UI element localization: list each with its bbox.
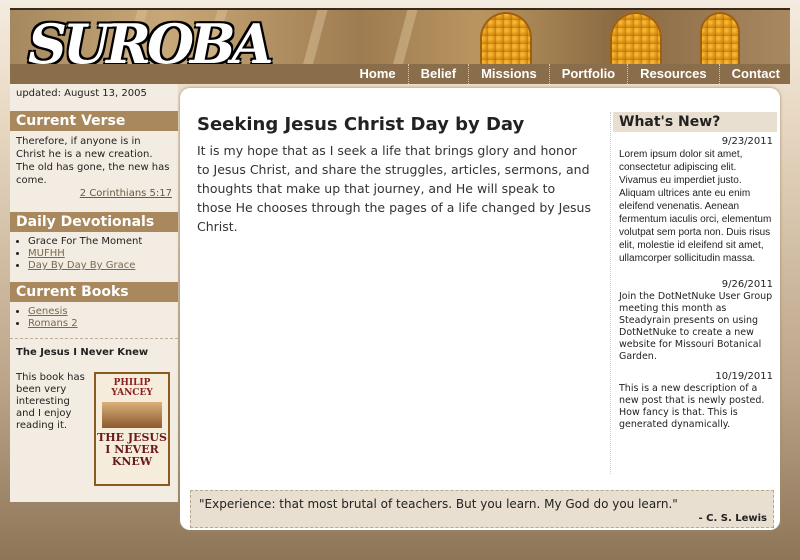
- sidebar: updated: August 13, 2005 Current Verse T…: [10, 84, 178, 502]
- news-date: 9/23/2011: [721, 136, 773, 147]
- site-header: SUROBA: [10, 8, 790, 68]
- updated-date: updated: August 13, 2005: [16, 88, 147, 99]
- page-title: Seeking Jesus Christ Day by Day: [197, 114, 525, 135]
- nav-contact[interactable]: Contact: [718, 64, 790, 84]
- nav-portfolio[interactable]: Portfolio: [548, 64, 627, 84]
- current-books-heading: Current Books: [10, 282, 178, 302]
- current-verse: Therefore, if anyone is in Christ he is …: [10, 131, 178, 204]
- book-cover-art: [102, 402, 162, 428]
- list-item: MUFHH: [28, 248, 178, 260]
- nav-belief[interactable]: Belief: [407, 64, 468, 84]
- main-nav: Home Belief Missions Portfolio Resources…: [10, 64, 790, 84]
- list-item: Romans 2: [28, 318, 178, 330]
- news-item: 9/26/2011 Join the DotNetNuke User Group…: [611, 279, 779, 363]
- book-link[interactable]: Genesis: [28, 306, 68, 317]
- devotional-link[interactable]: MUFHH: [28, 248, 65, 259]
- whats-new-heading: What's New?: [613, 112, 777, 132]
- news-item: 10/19/2011 This is a new description of …: [611, 371, 779, 431]
- daily-devotionals-heading: Daily Devotionals: [10, 212, 178, 232]
- featured-book-text: This book has been very interesting and …: [16, 372, 85, 431]
- news-date: 9/26/2011: [721, 279, 773, 290]
- current-verse-heading: Current Verse: [10, 111, 178, 131]
- verse-reference-link[interactable]: 2 Corinthians 5:17: [16, 187, 172, 200]
- site-logo[interactable]: SUROBA: [28, 16, 274, 66]
- verse-text: Therefore, if anyone is in Christ he is …: [16, 136, 170, 186]
- book-cover-image[interactable]: PHILIP YANCEY THE JESUS I NEVER KNEW: [94, 372, 170, 486]
- devotional-item: Grace For The Moment: [28, 236, 143, 247]
- corn-image: [480, 12, 532, 66]
- book-link[interactable]: Romans 2: [28, 318, 78, 329]
- list-item: Grace For The Moment: [28, 236, 178, 248]
- featured-book-title: The Jesus I Never Knew: [16, 347, 149, 358]
- wheat-decoration: [392, 10, 418, 66]
- whats-new-panel: What's New? 9/23/2011 Lorem ipsum dolor …: [610, 112, 779, 474]
- article: Seeking Jesus Christ Day by Day It is my…: [197, 114, 592, 236]
- main-content-panel: Seeking Jesus Christ Day by Day It is my…: [180, 88, 780, 530]
- article-body: It is my hope that as I seek a life that…: [197, 143, 591, 234]
- corn-image: [610, 12, 662, 66]
- books-list: Genesis Romans 2: [10, 306, 178, 330]
- nav-resources[interactable]: Resources: [627, 64, 718, 84]
- news-text: This is a new description of a new post …: [619, 383, 765, 430]
- book-cover-title: THE JESUS I NEVER KNEW: [97, 431, 167, 468]
- featured-book: This book has been very interesting and …: [10, 358, 178, 486]
- news-text: Join the DotNetNuke User Group meeting t…: [619, 291, 773, 362]
- nav-home[interactable]: Home: [348, 64, 408, 84]
- book-cover-author: PHILIP YANCEY: [111, 378, 153, 398]
- devotionals-list: Grace For The Moment MUFHH Day By Day By…: [10, 236, 178, 272]
- quote-box: "Experience: that most brutal of teacher…: [190, 490, 774, 528]
- nav-missions[interactable]: Missions: [468, 64, 549, 84]
- news-text: Lorem ipsum dolor sit amet, consectetur …: [619, 149, 772, 264]
- quote-text: "Experience: that most brutal of teacher…: [199, 497, 678, 511]
- divider: [10, 338, 178, 339]
- wheat-decoration: [302, 10, 328, 66]
- list-item: Genesis: [28, 306, 178, 318]
- news-item: 9/23/2011 Lorem ipsum dolor sit amet, co…: [611, 136, 779, 265]
- devotional-link[interactable]: Day By Day By Grace: [28, 260, 135, 271]
- news-date: 10/19/2011: [715, 371, 773, 382]
- corn-image: [700, 12, 740, 66]
- quote-author: - C. S. Lewis: [698, 513, 767, 524]
- list-item: Day By Day By Grace: [28, 260, 178, 272]
